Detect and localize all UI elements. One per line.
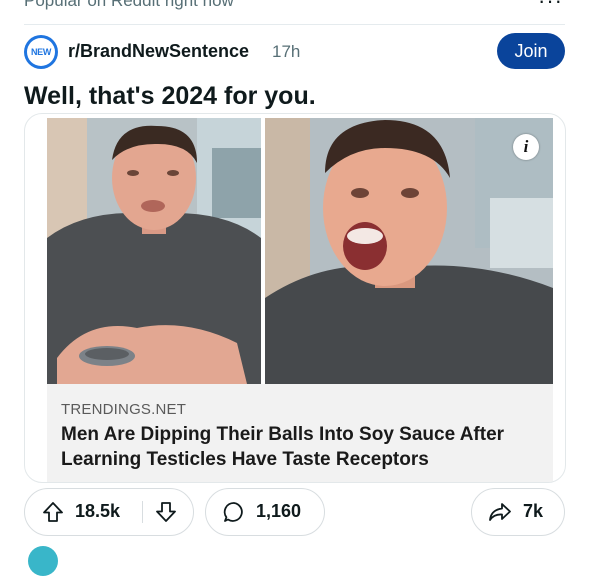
subreddit-name[interactable]: r/BrandNewSentence [68, 41, 249, 62]
share-button[interactable]: 7k [471, 488, 565, 536]
comment-count: 1,160 [256, 501, 302, 521]
comments-button[interactable]: 1,160 [205, 488, 325, 536]
upvote-arrow-icon[interactable] [42, 501, 64, 523]
post-header: NEW r/BrandNewSentence 17h Join [24, 33, 565, 71]
vote-score: 18.5k [75, 501, 121, 521]
link-preview-card[interactable]: i TRENDINGS.NET Men Are Dipping Their Ba… [24, 113, 566, 483]
thumbnail-frame-right: i [265, 118, 553, 384]
next-post-avatar[interactable] [28, 546, 58, 576]
share-count: 7k [523, 501, 544, 521]
post-title[interactable]: Well, that's 2024 for you. [24, 82, 316, 111]
share-arrow-icon [488, 501, 512, 523]
thumbnail-frame-left [47, 118, 261, 384]
link-headline: Men Are Dipping Their Balls Into Soy Sau… [61, 424, 505, 470]
link-domain: TRENDINGS.NET [61, 401, 187, 418]
more-options-icon[interactable]: ··· [538, 0, 563, 14]
divider [24, 24, 565, 25]
post-actions-bar: 18.5k 1,160 7k [24, 488, 565, 536]
vote-separator [142, 501, 143, 523]
feed-context-label: Popular on Reddit right now [24, 0, 234, 10]
join-button[interactable]: Join [497, 33, 565, 69]
post-timestamp: 17h [272, 42, 301, 61]
subreddit-avatar[interactable]: NEW [24, 35, 58, 69]
new-badge-icon: NEW [27, 38, 55, 66]
video-still-left [47, 118, 261, 384]
link-thumbnail[interactable]: i [47, 118, 553, 384]
downvote-arrow-icon[interactable] [155, 501, 177, 523]
comment-bubble-icon [223, 501, 245, 523]
vote-control: 18.5k [24, 488, 194, 536]
info-icon[interactable]: i [513, 134, 539, 160]
link-meta[interactable]: TRENDINGS.NET Men Are Dipping Their Ball… [47, 384, 553, 482]
video-still-right [265, 118, 553, 384]
